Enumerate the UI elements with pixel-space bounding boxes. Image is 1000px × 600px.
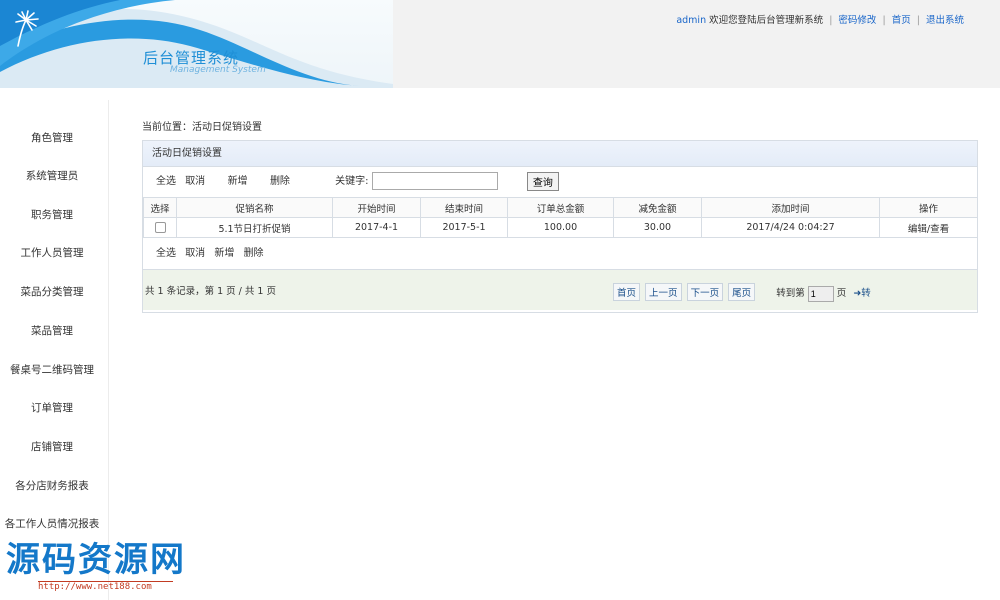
sidebar-item-table-qrcodes[interactable]: 餐桌号二维码管理 <box>0 362 104 377</box>
edit-view-link[interactable]: 编辑/查看 <box>879 217 978 238</box>
add-link-bottom[interactable]: 新增 <box>214 248 234 259</box>
sidebar-item-staff-report[interactable]: 各工作人员情况报表 <box>0 516 104 531</box>
go-button[interactable]: ➜转 <box>853 288 870 299</box>
delete-link[interactable]: 删除 <box>270 176 290 187</box>
keyword-label: 关键字: <box>335 176 369 187</box>
last-page-button[interactable]: 尾页 <box>728 283 756 301</box>
sidebar-item-roles[interactable]: 角色管理 <box>0 130 104 145</box>
top-bar: admin 欢迎您登陆后台管理新系统 | 密码修改 | 首页 | 退出系统 <box>676 15 964 26</box>
watermark-title: 源码资源网 <box>6 540 186 580</box>
select-all-link[interactable]: 全选 <box>156 176 176 187</box>
toolbar-top: 全选 取消 新增 删除 关键字: 查询 <box>143 167 977 197</box>
col-header-total: 订单总金额 <box>507 197 614 218</box>
sidebar-item-finance-report[interactable]: 各分店财务报表 <box>0 478 104 493</box>
keyword-input[interactable] <box>371 172 498 190</box>
pager-info: 共 1 条记录，第 1 页 / 共 1 页 <box>145 286 276 297</box>
prev-page-button[interactable]: 上一页 <box>645 283 682 301</box>
pager-row: 共 1 条记录，第 1 页 / 共 1 页 首页 上一页 下一页 尾页 转到第 … <box>143 270 977 310</box>
search-button[interactable]: 查询 <box>526 171 559 191</box>
breadcrumb: 当前位置：活动日促销设置 <box>142 122 262 133</box>
sidebar-item-dish-categories[interactable]: 菜品分类管理 <box>0 284 104 299</box>
panel-title: 活动日促销设置 <box>143 141 977 167</box>
change-password-link[interactable]: 密码修改 <box>838 15 876 26</box>
sidebar-item-admins[interactable]: 系统管理员 <box>0 168 104 183</box>
sidebar-item-orders[interactable]: 订单管理 <box>0 400 104 415</box>
sidebar-item-staff[interactable]: 工作人员管理 <box>0 245 104 260</box>
cell-name: 5.1节日打折促销 <box>176 217 333 238</box>
col-header-start: 开始时间 <box>332 197 421 218</box>
cell-discount: 30.00 <box>613 217 702 238</box>
first-page-button[interactable]: 首页 <box>613 283 641 301</box>
col-header-discount: 减免金额 <box>613 197 702 218</box>
cell-start: 2017-4-1 <box>332 217 421 238</box>
logout-link[interactable]: 退出系统 <box>926 15 964 26</box>
watermark-url: http://www.net188.com <box>38 581 173 592</box>
promotion-table: 选择 促销名称 开始时间 结束时间 订单总金额 减免金额 添加时间 操作 5.1… <box>143 197 978 238</box>
cancel-select-link-bottom[interactable]: 取消 <box>185 248 205 259</box>
page-number-input[interactable] <box>807 285 834 302</box>
sidebar-item-shops[interactable]: 店铺管理 <box>0 439 104 454</box>
welcome-text: 欢迎您登陆后台管理新系统 <box>709 15 824 26</box>
table-header-row: 选择 促销名称 开始时间 结束时间 订单总金额 减免金额 添加时间 操作 <box>143 197 978 218</box>
cancel-select-link[interactable]: 取消 <box>185 176 205 187</box>
goto-label: 转到第 <box>776 288 805 299</box>
next-page-button[interactable]: 下一页 <box>686 283 724 301</box>
col-header-added: 添加时间 <box>701 197 880 218</box>
delete-link-bottom[interactable]: 删除 <box>244 248 264 259</box>
toolbar-bottom: 全选 取消 新增 删除 <box>143 238 977 270</box>
watermark: 源码资源网 http://www.net188.com <box>6 532 186 592</box>
cell-added: 2017/4/24 0:04:27 <box>701 217 880 238</box>
select-all-link-bottom[interactable]: 全选 <box>156 248 176 259</box>
banner: 后台管理系统 Management System <box>0 0 393 88</box>
promotion-panel: 活动日促销设置 全选 取消 新增 删除 关键字: 查询 选择 促销名称 开始时间… <box>142 140 978 313</box>
table-row: 5.1节日打折促销 2017-4-1 2017-5-1 100.00 30.00… <box>143 217 978 238</box>
add-link[interactable]: 新增 <box>228 176 248 187</box>
col-header-end: 结束时间 <box>420 197 508 218</box>
cell-total: 100.00 <box>507 217 614 238</box>
page-unit: 页 <box>836 288 847 299</box>
header: 后台管理系统 Management System admin 欢迎您登陆后台管理… <box>0 0 1000 88</box>
col-header-name: 促销名称 <box>176 197 333 218</box>
cell-end: 2017-5-1 <box>420 217 508 238</box>
home-link[interactable]: 首页 <box>892 15 911 26</box>
sidebar: 角色管理 系统管理员 职务管理 工作人员管理 菜品分类管理 菜品管理 餐桌号二维… <box>0 100 109 600</box>
pager: 首页 上一页 下一页 尾页 转到第 页 ➜转 <box>613 283 871 302</box>
sidebar-item-dishes[interactable]: 菜品管理 <box>0 323 104 338</box>
username: admin <box>676 15 707 26</box>
col-header-select: 选择 <box>143 197 177 218</box>
row-checkbox[interactable] <box>154 222 166 233</box>
col-header-action: 操作 <box>879 197 978 218</box>
sidebar-item-positions[interactable]: 职务管理 <box>0 207 104 222</box>
brand-subtitle: Management System <box>170 65 266 75</box>
